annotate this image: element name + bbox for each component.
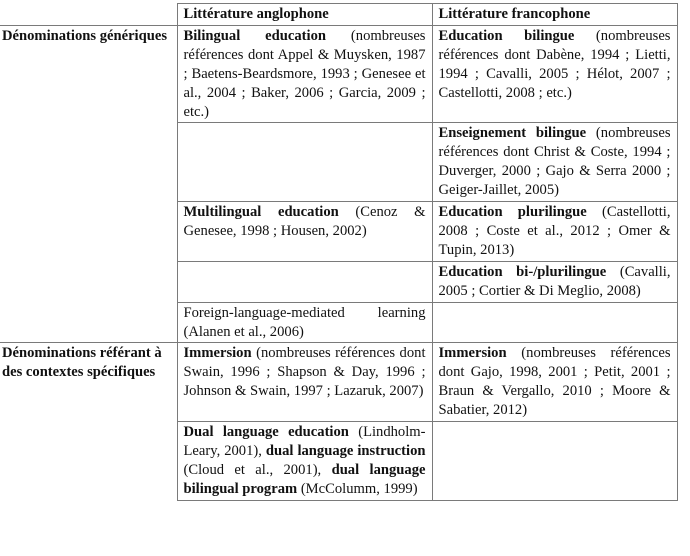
cell-anglophone: Immersion (nombreuses références dont Sw… bbox=[176, 342, 433, 423]
group-label-generic: Dénominations génériques bbox=[0, 24, 177, 343]
term: Education bilingue bbox=[438, 27, 575, 44]
cell-francophone: Education bilingue (nombreuses référence… bbox=[431, 24, 678, 124]
table-row: Dénominations référant à des contextes s… bbox=[0, 342, 678, 501]
term: Education plurilingue bbox=[438, 204, 587, 221]
cell-anglophone: Multilingual education (Cenoz & Genesee,… bbox=[176, 201, 433, 262]
term: Enseignement bilingue bbox=[438, 125, 587, 142]
term: Multilingual education bbox=[183, 204, 339, 221]
references: Foreign-language-mediated learning (Alan… bbox=[183, 304, 426, 340]
cell-francophone-empty bbox=[431, 301, 678, 344]
header-empty-cell bbox=[0, 4, 177, 26]
header-anglophone: Littérature anglophone bbox=[176, 3, 433, 26]
references: (Cloud et al., 2001), bbox=[183, 461, 332, 478]
references: (McColumm, 1999) bbox=[297, 480, 418, 497]
table-row: Dénominations génériques Bilingual educa… bbox=[0, 24, 678, 343]
term: Immersion bbox=[183, 345, 252, 362]
term: Education bi-/plurilingue bbox=[438, 263, 607, 280]
group-label-specific: Dénominations référant à des contextes s… bbox=[0, 342, 177, 501]
header-row: Littérature anglophone Littérature franc… bbox=[0, 3, 678, 26]
term: Bilingual education bbox=[183, 27, 327, 44]
cell-francophone: Education bi-/plurilingue (Cavalli, 2005… bbox=[431, 260, 678, 303]
cell-anglophone: Foreign-language-mediated learning (Alan… bbox=[176, 301, 433, 344]
term: Dual language education bbox=[183, 424, 349, 441]
cell-anglophone-empty bbox=[176, 122, 433, 203]
cell-francophone: Enseignement bilingue (nombreuses référe… bbox=[431, 122, 678, 203]
term: dual language instruction bbox=[265, 442, 426, 459]
cell-francophone: Immersion (nombreuses références dont Ga… bbox=[431, 342, 678, 423]
cell-francophone-empty bbox=[431, 421, 678, 501]
cell-anglophone: Dual language education (Lindholm-Leary,… bbox=[176, 421, 433, 501]
terminology-table: Littérature anglophone Littérature franc… bbox=[0, 3, 678, 501]
cell-anglophone-empty bbox=[176, 260, 433, 303]
term: Immersion bbox=[438, 345, 507, 362]
cell-francophone: Education plurilingue (Castellotti, 2008… bbox=[431, 201, 678, 262]
header-francophone: Littérature francophone bbox=[431, 3, 678, 26]
cell-anglophone: Bilingual education (nombreuses référenc… bbox=[176, 24, 433, 124]
